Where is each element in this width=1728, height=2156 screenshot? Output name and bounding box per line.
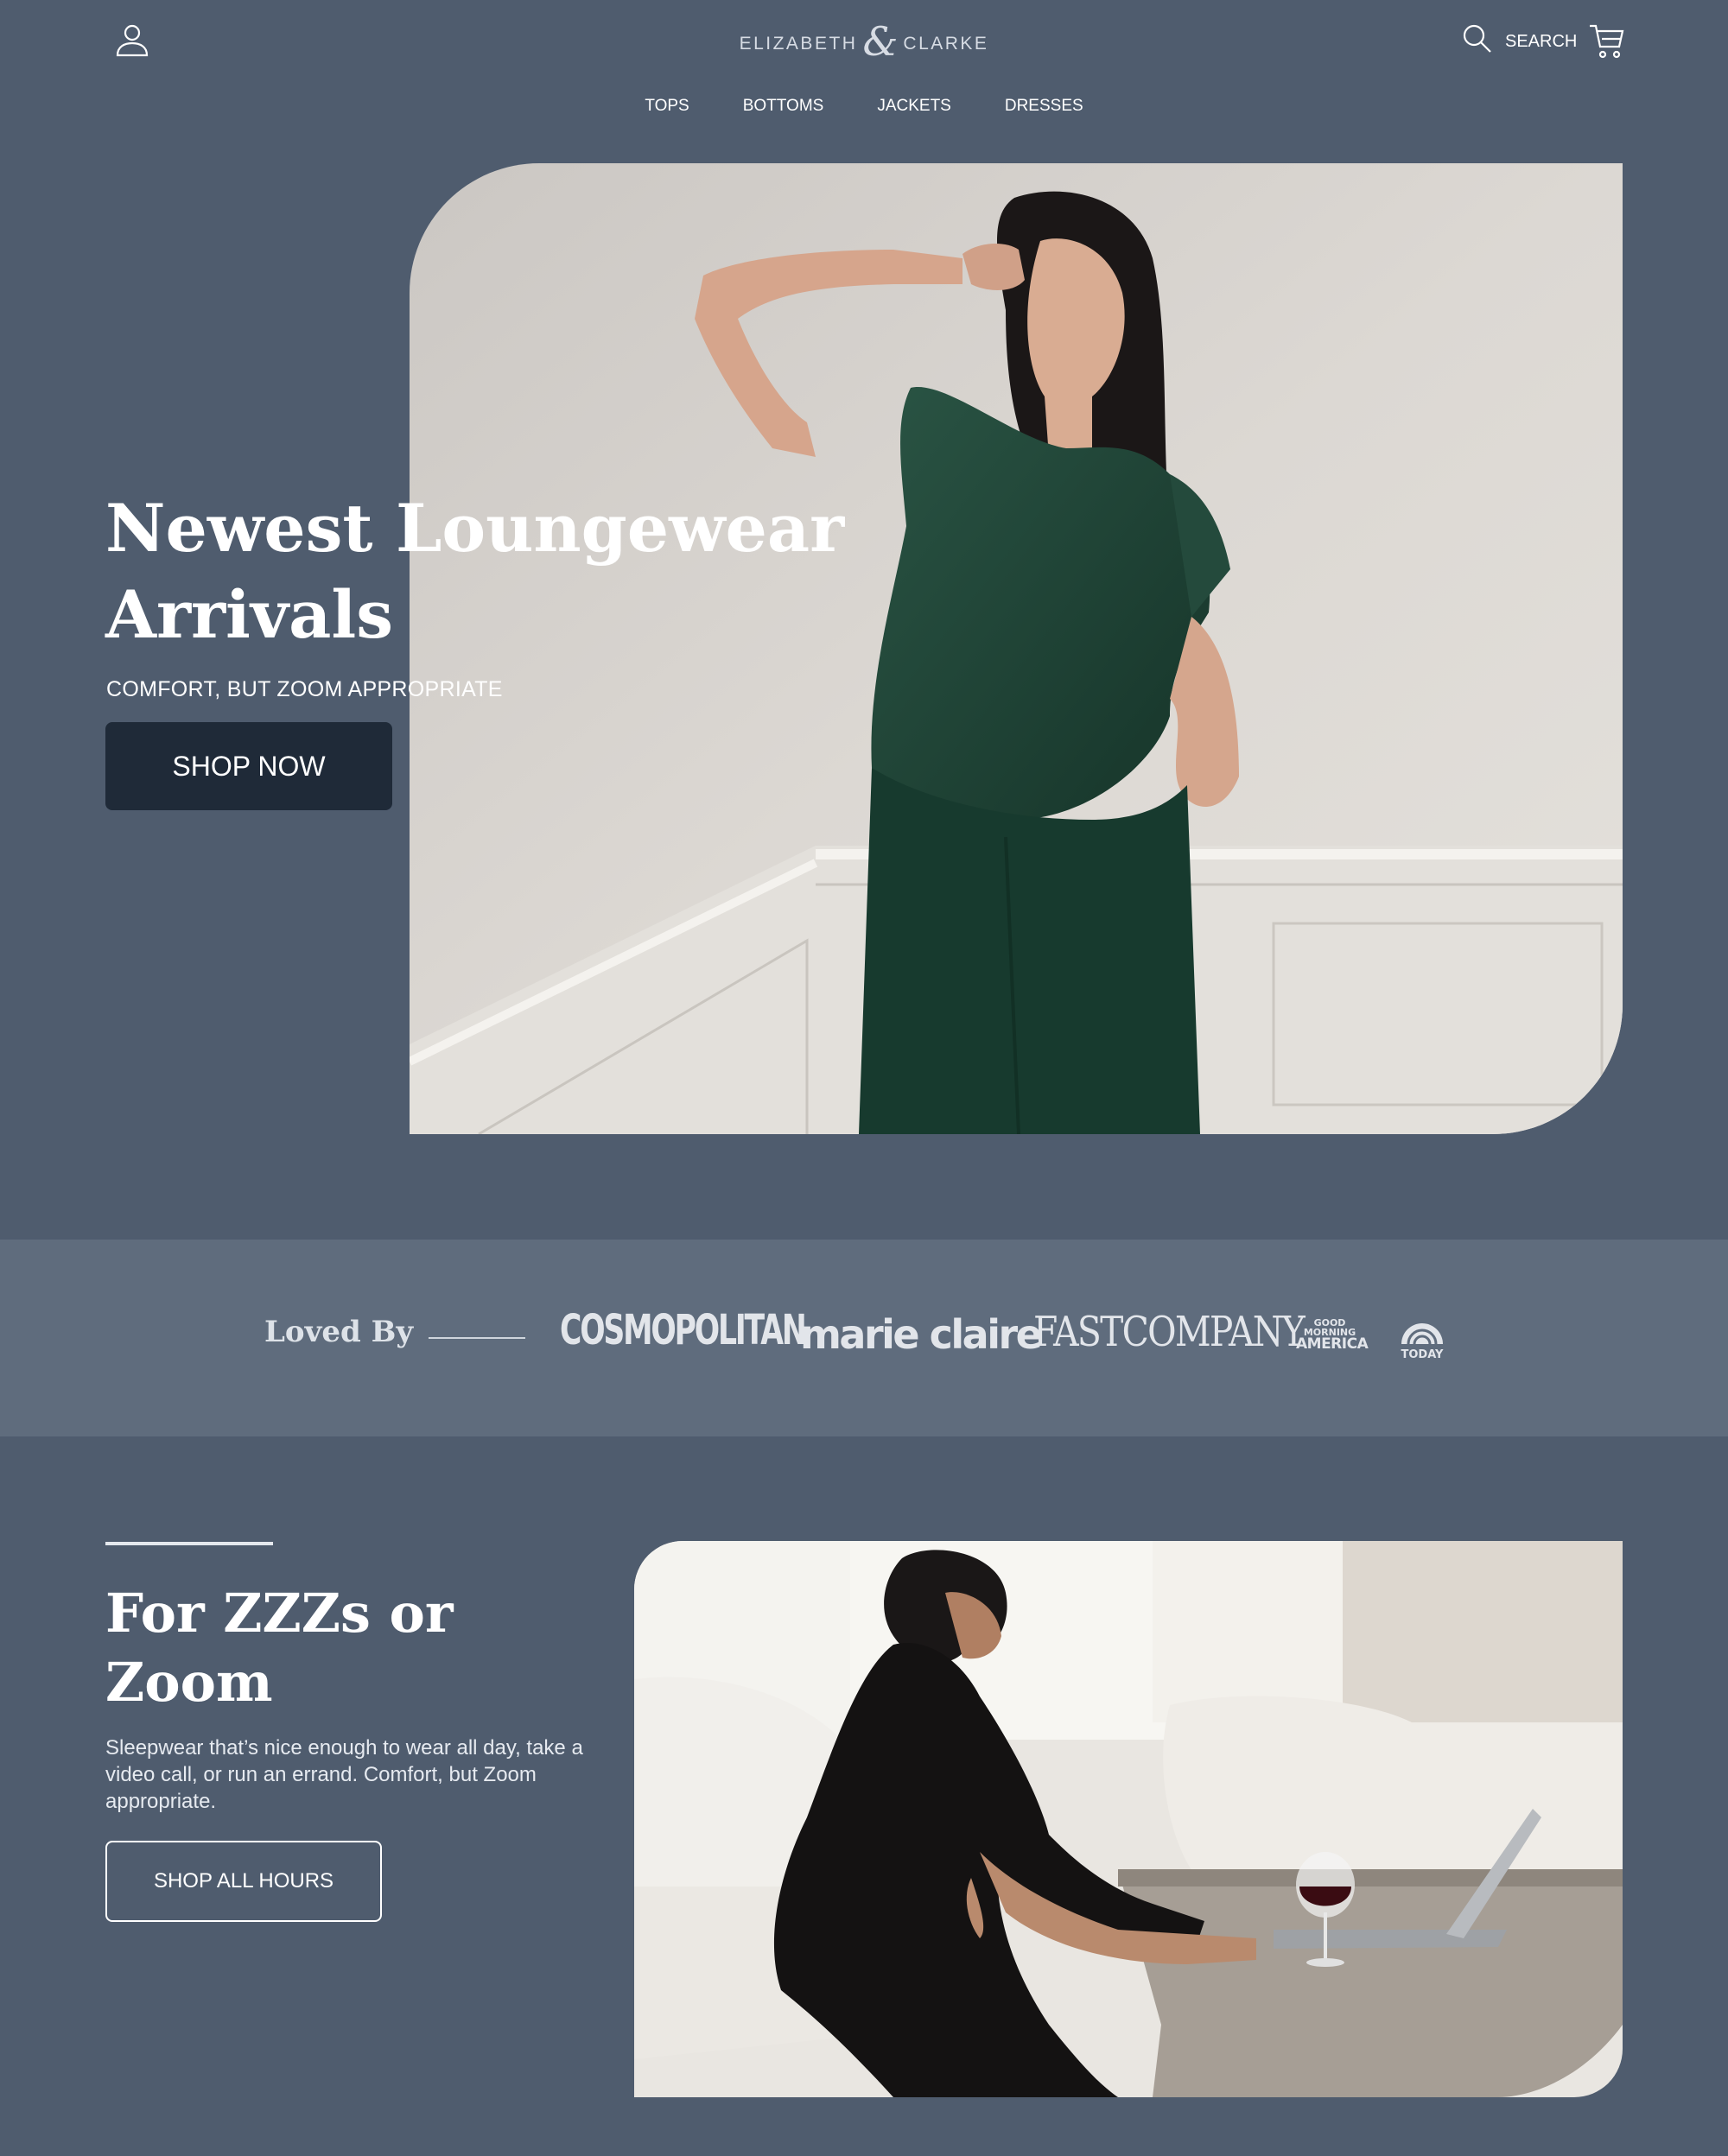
nav-item-tops[interactable]: TOPS	[645, 97, 689, 123]
hero-title-line1: Newest Loungewear	[105, 490, 845, 567]
brand-name-right: CLARKE	[903, 34, 989, 54]
cosmopolitan-logo: COSMOPOLITAN	[560, 1306, 807, 1354]
shop-now-button[interactable]: SHOP NOW	[105, 722, 392, 810]
feature-body: Sleepwear that’s nice enough to wear all…	[105, 1736, 583, 1813]
brand-logo[interactable]: ELIZABETH & CLARKE	[740, 18, 987, 66]
search-icon	[1462, 23, 1493, 60]
feature-title-line1: For ZZZs or	[105, 1582, 454, 1645]
search-label: SEARCH	[1505, 31, 1578, 51]
hero-title-line2: Arrivals	[105, 576, 393, 653]
press-divider	[429, 1337, 525, 1339]
hero-title: Newest Loungewear Arrivals	[105, 485, 883, 658]
feature-title: For ZZZs or Zoom	[105, 1579, 589, 1717]
loved-by-heading: Loved By	[264, 1315, 414, 1349]
nav-item-jackets[interactable]: JACKETS	[877, 97, 951, 123]
feature-title-line2: Zoom	[105, 1651, 273, 1714]
marie-claire-logo: marie claire	[800, 1311, 1043, 1358]
hero-subtitle: COMFORT, BUT ZOOM APPROPRIATE	[106, 677, 503, 701]
good-morning-america-logo: GOOD MORNING AMERICA	[1296, 1318, 1369, 1358]
nav-item-dresses[interactable]: DRESSES	[1005, 97, 1083, 123]
fast-company-logo: FASTCOMPANY	[1033, 1308, 1306, 1356]
search-button[interactable]: SEARCH	[1462, 24, 1577, 59]
today-logo-text: TODAY	[1401, 1348, 1445, 1360]
gma-logo-line3: AMERICA	[1296, 1335, 1369, 1353]
brand-name-left: ELIZABETH	[739, 34, 858, 54]
main-nav: TOPS BOTTOMS JACKETS DRESSES	[0, 97, 1728, 123]
nav-item-bottoms[interactable]: BOTTOMS	[743, 97, 824, 123]
today-logo: TODAY	[1396, 1318, 1448, 1361]
feature-rule	[105, 1542, 273, 1545]
brand-ampersand: &	[862, 18, 899, 65]
account-icon[interactable]	[114, 22, 150, 60]
cart-icon[interactable]	[1588, 22, 1624, 60]
feature-image	[634, 1541, 1623, 2097]
shop-all-hours-button[interactable]: SHOP ALL HOURS	[105, 1841, 382, 1922]
